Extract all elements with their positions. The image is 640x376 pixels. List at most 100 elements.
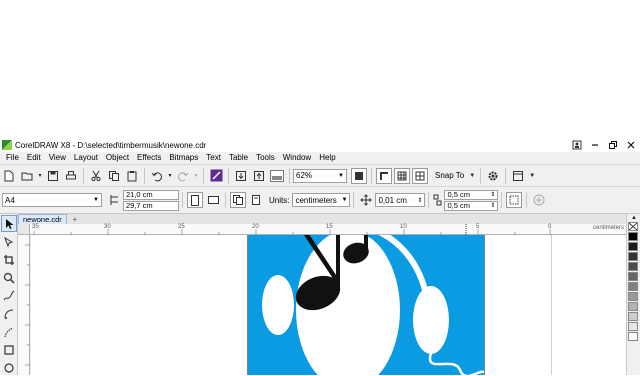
no-color-swatch[interactable] xyxy=(628,222,638,231)
guideline[interactable] xyxy=(551,235,552,375)
menu-layout[interactable]: Layout xyxy=(70,152,102,164)
print-icon[interactable] xyxy=(63,168,79,184)
rectangle-tool-icon[interactable] xyxy=(1,341,17,358)
undo-icon[interactable] xyxy=(149,168,165,184)
publish-pdf-icon[interactable] xyxy=(269,168,285,184)
ellipse-tool-icon[interactable] xyxy=(1,359,17,376)
drawing-canvas[interactable] xyxy=(31,235,626,375)
coreldraw-window: CorelDRAW X8 - D:\selected\timbermusik\n… xyxy=(0,138,640,375)
drawing-page[interactable] xyxy=(247,235,485,375)
menu-object[interactable]: Object xyxy=(102,152,133,164)
show-grid-icon[interactable] xyxy=(394,167,410,184)
separator xyxy=(225,192,226,208)
nudge-distance-field[interactable]: 0,01 cm ⇕ xyxy=(375,193,426,207)
artistic-media-tool-icon[interactable] xyxy=(1,323,17,340)
palette-scroll-up-icon[interactable]: ▲ xyxy=(628,214,640,222)
copy-icon[interactable] xyxy=(106,168,122,184)
restore-icon[interactable] xyxy=(604,138,622,152)
options-gear-icon[interactable] xyxy=(485,168,501,184)
landscape-icon[interactable] xyxy=(205,192,221,208)
show-rulers-icon[interactable] xyxy=(376,167,392,184)
ruler-origin[interactable] xyxy=(18,224,30,235)
open-folder-icon[interactable] xyxy=(19,168,35,184)
crop-tool-icon[interactable] xyxy=(1,251,17,268)
menu-table[interactable]: Table xyxy=(225,152,252,164)
property-bar: A4 ▼ 21,0 cm 29,7 cm Units: centimeters … xyxy=(0,186,640,214)
save-icon[interactable] xyxy=(45,168,61,184)
color-swatch[interactable] xyxy=(628,292,638,301)
menu-edit[interactable]: Edit xyxy=(23,152,45,164)
shape-tool-icon[interactable] xyxy=(1,233,17,250)
minimize-icon[interactable] xyxy=(586,138,604,152)
horizontal-ruler[interactable]: 35 30 25 20 15 10 5 0 centimeters xyxy=(30,224,626,235)
page-width-field[interactable]: 21,0 cm xyxy=(123,189,179,200)
color-swatch[interactable] xyxy=(628,312,638,321)
color-swatch[interactable] xyxy=(628,322,638,331)
ruler-label: 20 xyxy=(252,224,259,230)
color-swatch[interactable] xyxy=(628,232,638,241)
add-preset-icon[interactable] xyxy=(531,192,547,208)
separator xyxy=(144,167,145,184)
color-swatch[interactable] xyxy=(628,332,638,341)
duplicate-x-field[interactable]: 0,5 cm ⇕ xyxy=(444,189,499,200)
menu-view[interactable]: View xyxy=(45,152,70,164)
snap-to-button[interactable]: Snap To xyxy=(435,171,464,180)
music-headphones-artwork[interactable] xyxy=(248,235,485,375)
duplicate-distance: 0,5 cm ⇕ 0,5 cm ⇕ xyxy=(444,189,499,211)
color-swatch[interactable] xyxy=(628,302,638,311)
dropdown-arrow-icon[interactable]: ▾ xyxy=(37,168,43,184)
menu-effects[interactable]: Effects xyxy=(133,152,165,164)
separator xyxy=(83,167,84,184)
menu-file[interactable]: File xyxy=(2,152,23,164)
full-screen-preview-icon[interactable] xyxy=(351,167,367,184)
page-size-select[interactable]: A4 ▼ xyxy=(2,193,102,207)
new-document-icon[interactable] xyxy=(1,168,17,184)
pick-tool-icon[interactable] xyxy=(1,215,17,232)
export-icon[interactable] xyxy=(251,168,267,184)
menu-bitmaps[interactable]: Bitmaps xyxy=(165,152,202,164)
chevron-down-icon[interactable]: ▼ xyxy=(528,168,536,184)
duplicate-distance-icon xyxy=(433,192,443,208)
page-height-field[interactable]: 29,7 cm xyxy=(123,200,179,211)
menu-window[interactable]: Window xyxy=(279,152,315,164)
freehand-tool-icon[interactable] xyxy=(1,287,17,304)
application-launcher-icon[interactable] xyxy=(510,168,526,184)
dropdown-arrow-icon[interactable]: ▾ xyxy=(167,168,173,184)
separator xyxy=(428,192,430,208)
treat-as-filled-icon[interactable] xyxy=(506,192,523,208)
add-document-tab-button[interactable]: + xyxy=(70,215,80,224)
close-icon[interactable] xyxy=(622,138,640,152)
separator xyxy=(353,192,355,208)
color-swatch[interactable] xyxy=(628,272,638,281)
duplicate-y-field[interactable]: 0,5 cm ⇕ xyxy=(444,200,499,211)
color-swatch[interactable] xyxy=(628,262,638,271)
portrait-icon[interactable] xyxy=(187,192,203,208)
paste-icon[interactable] xyxy=(124,168,140,184)
color-swatch[interactable] xyxy=(628,282,638,291)
separator xyxy=(228,167,229,184)
units-select[interactable]: centimeters ▼ xyxy=(292,193,351,207)
show-guidelines-icon[interactable] xyxy=(412,167,428,184)
menu-text[interactable]: Text xyxy=(202,152,225,164)
menu-tools[interactable]: Tools xyxy=(252,152,279,164)
ruler-label: 25 xyxy=(178,224,185,230)
chevron-down-icon[interactable]: ▼ xyxy=(468,168,476,184)
menu-help[interactable]: Help xyxy=(315,152,339,164)
current-page-icon[interactable] xyxy=(248,192,264,208)
search-content-icon[interactable] xyxy=(208,168,224,184)
color-swatch[interactable] xyxy=(628,242,638,251)
vertical-ruler[interactable] xyxy=(18,235,30,375)
cut-icon[interactable] xyxy=(88,168,104,184)
zoom-tool-icon[interactable] xyxy=(1,269,17,286)
separator xyxy=(289,167,290,184)
help-icon[interactable] xyxy=(568,138,586,152)
all-pages-icon[interactable] xyxy=(230,192,246,208)
import-icon[interactable] xyxy=(233,168,249,184)
smart-fill-tool-icon[interactable] xyxy=(1,305,17,322)
dropdown-arrow-icon[interactable]: ▾ xyxy=(193,168,199,184)
redo-icon[interactable] xyxy=(175,168,191,184)
zoom-level-select[interactable]: 62% ▼ xyxy=(293,168,347,183)
color-swatch[interactable] xyxy=(628,252,638,261)
color-palette: ▲ xyxy=(626,214,640,375)
document-tab[interactable]: newone.cdr xyxy=(18,214,67,224)
